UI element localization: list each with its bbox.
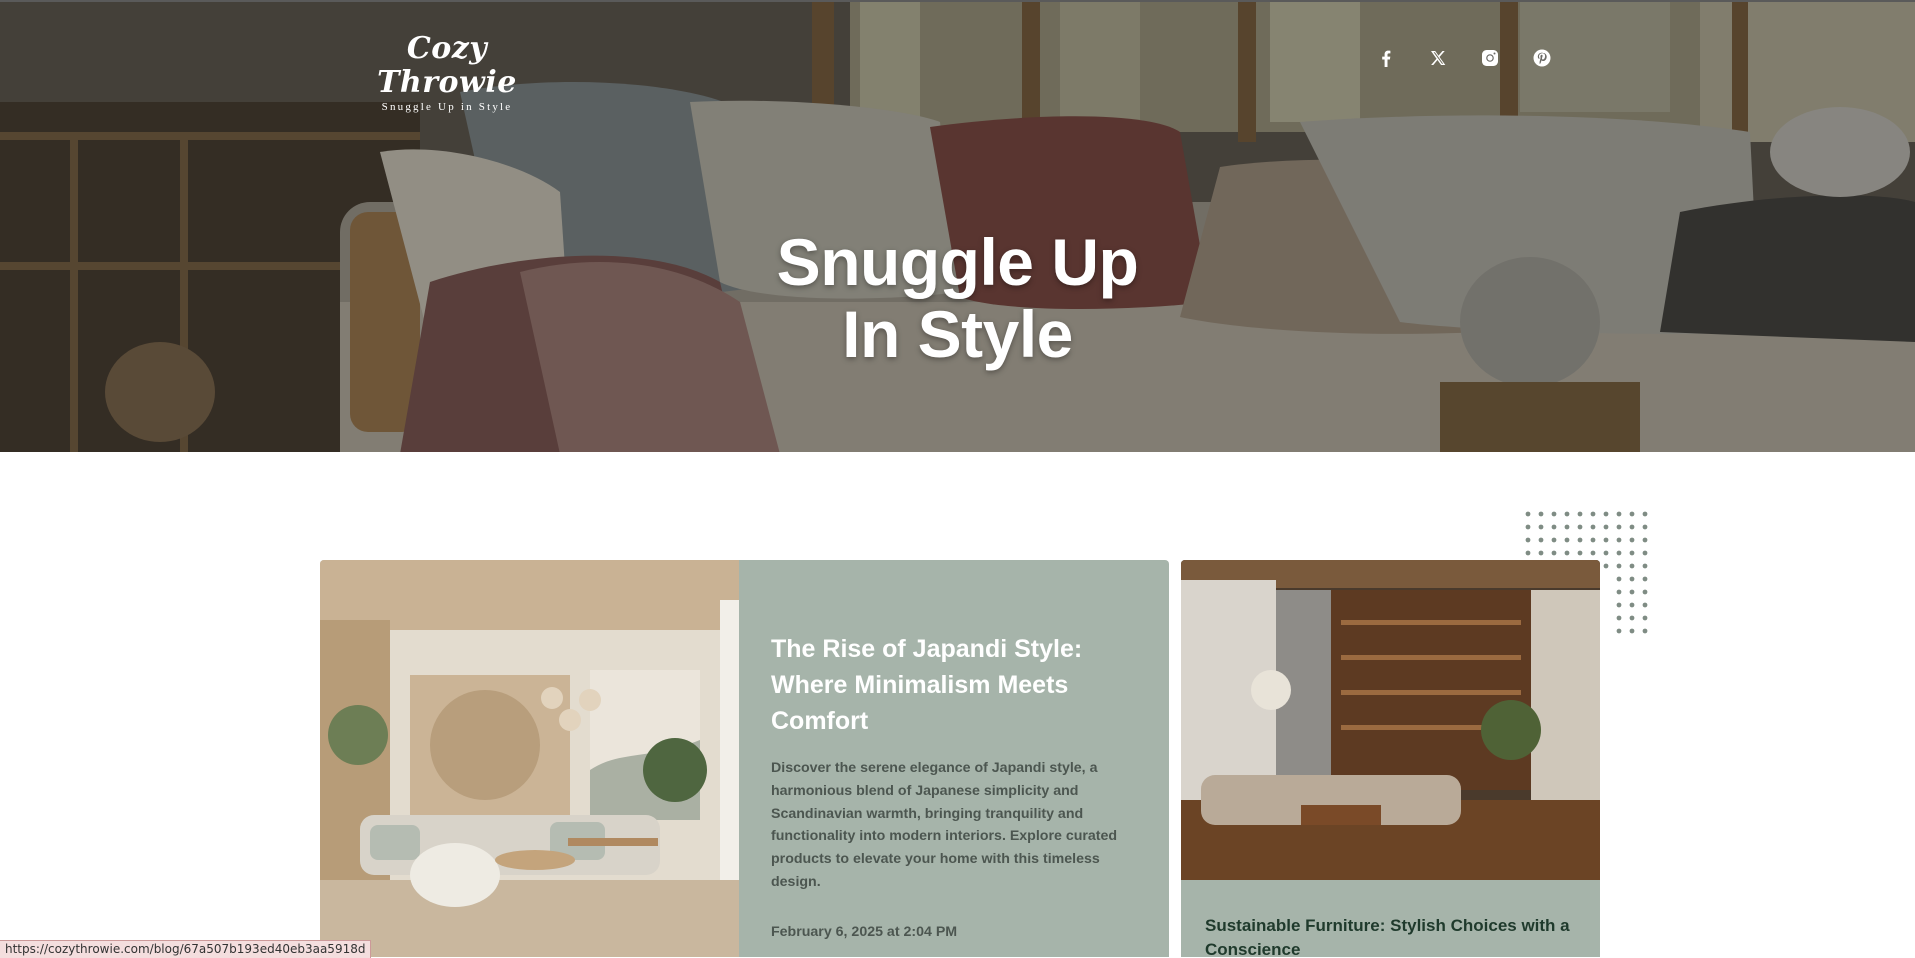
featured-post-image[interactable] <box>320 560 739 957</box>
decorative-dot <box>1629 602 1635 608</box>
featured-post-body: The Rise of Japandi Style: Where Minimal… <box>771 631 1141 940</box>
x-icon[interactable] <box>1426 46 1450 70</box>
decorative-dot <box>1642 576 1648 582</box>
decorative-dot <box>1577 511 1583 517</box>
decorative-dot <box>1642 550 1648 556</box>
decorative-dot <box>1590 550 1596 556</box>
decorative-dot <box>1616 589 1622 595</box>
decorative-dot <box>1642 615 1648 621</box>
decorative-dot <box>1616 524 1622 530</box>
decorative-dot <box>1525 550 1531 556</box>
decorative-dot <box>1642 602 1648 608</box>
decorative-dot <box>1616 563 1622 569</box>
decorative-dot <box>1616 550 1622 556</box>
decorative-dot <box>1616 511 1622 517</box>
decorative-dot <box>1642 537 1648 543</box>
decorative-dot <box>1525 537 1531 543</box>
logo-tagline: Snuggle Up in Style <box>381 101 513 113</box>
decorative-dot <box>1642 628 1648 634</box>
instagram-icon[interactable] <box>1478 46 1502 70</box>
decorative-dot <box>1603 563 1609 569</box>
decorative-dot <box>1538 537 1544 543</box>
decorative-dot <box>1538 511 1544 517</box>
featured-post-date: February 6, 2025 at 2:04 PM <box>771 923 958 940</box>
decorative-dot <box>1629 524 1635 530</box>
decorative-dot <box>1590 537 1596 543</box>
decorative-dot <box>1603 524 1609 530</box>
site-logo[interactable]: Cozy Throwie Snuggle Up in Style <box>352 32 542 114</box>
decorative-dot <box>1629 511 1635 517</box>
featured-post-title[interactable]: The Rise of Japandi Style: Where Minimal… <box>771 631 1141 739</box>
decorative-dot <box>1616 615 1622 621</box>
decorative-dot <box>1629 550 1635 556</box>
hero-banner: Cozy Throwie Snuggle Up in Style Snuggle… <box>0 0 1915 452</box>
decorative-dot <box>1551 537 1557 543</box>
decorative-dot <box>1616 628 1622 634</box>
side-post-title[interactable]: Sustainable Furniture: Stylish Choices w… <box>1205 914 1575 957</box>
featured-post-excerpt: Discover the serene elegance of Japandi … <box>771 760 1118 890</box>
decorative-dot <box>1564 550 1570 556</box>
decorative-dot <box>1538 524 1544 530</box>
decorative-dot <box>1525 524 1531 530</box>
decorative-dot <box>1564 537 1570 543</box>
featured-post-card[interactable]: The Rise of Japandi Style: Where Minimal… <box>320 560 1169 957</box>
decorative-dot <box>1629 563 1635 569</box>
decorative-dot <box>1577 550 1583 556</box>
decorative-dot <box>1551 511 1557 517</box>
decorative-dot <box>1629 628 1635 634</box>
decorative-dot <box>1629 615 1635 621</box>
decorative-dot <box>1564 511 1570 517</box>
hero-title-line-1: Snuggle Up <box>776 225 1139 300</box>
decorative-dot <box>1525 511 1531 517</box>
facebook-icon[interactable] <box>1374 46 1398 70</box>
japandi-livingroom-image <box>320 560 739 957</box>
sustainable-livingroom-image <box>1181 560 1600 880</box>
decorative-dot <box>1642 524 1648 530</box>
decorative-dot <box>1590 524 1596 530</box>
decorative-dot <box>1642 563 1648 569</box>
decorative-dot <box>1577 524 1583 530</box>
hero-title: Snuggle Up In Style <box>0 226 1915 370</box>
decorative-dot <box>1538 550 1544 556</box>
decorative-dot <box>1616 602 1622 608</box>
decorative-dot <box>1603 537 1609 543</box>
side-post-card[interactable]: Sustainable Furniture: Stylish Choices w… <box>1181 560 1600 957</box>
logo-name: Cozy Throwie <box>377 31 517 100</box>
decorative-dot <box>1629 589 1635 595</box>
decorative-dot <box>1642 589 1648 595</box>
decorative-dot <box>1642 511 1648 517</box>
decorative-dot <box>1564 524 1570 530</box>
browser-status-url: https://cozythrowie.com/blog/67a507b193e… <box>0 940 372 958</box>
decorative-dot <box>1629 576 1635 582</box>
side-post-image[interactable] <box>1181 560 1600 880</box>
decorative-dot <box>1551 550 1557 556</box>
decorative-dot <box>1603 550 1609 556</box>
decorative-dot <box>1590 511 1596 517</box>
decorative-dot <box>1629 537 1635 543</box>
decorative-dot <box>1603 511 1609 517</box>
pinterest-icon[interactable] <box>1530 46 1554 70</box>
hero-title-line-2: In Style <box>842 297 1073 372</box>
decorative-dot <box>1616 576 1622 582</box>
decorative-dot <box>1616 537 1622 543</box>
decorative-dot <box>1551 524 1557 530</box>
decorative-dot <box>1577 537 1583 543</box>
